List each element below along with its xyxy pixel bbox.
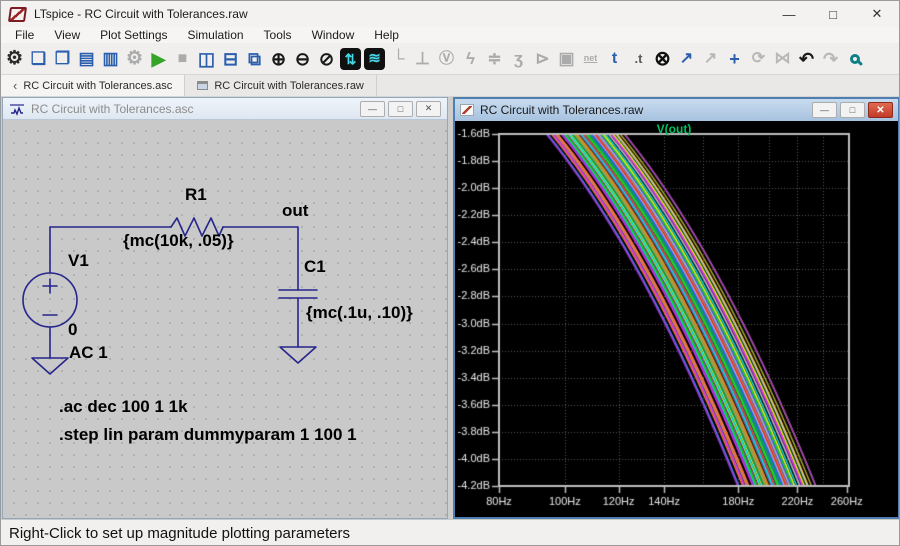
cascade-windows-icon[interactable]: ⧉ — [244, 46, 265, 72]
mirror-icon[interactable]: ⋈ — [772, 46, 793, 72]
waveform-plot-canvas[interactable] — [455, 121, 898, 517]
waveform-icon — [460, 104, 474, 116]
waveform-minimize-button[interactable]: — — [812, 102, 837, 118]
redo-icon[interactable]: ↷ — [820, 46, 841, 72]
capacitor-c1-symbol — [279, 290, 317, 298]
ground-c1-symbol — [280, 347, 316, 363]
waveform-window-title: RC Circuit with Tolerances.raw — [480, 103, 812, 117]
print-icon[interactable]: ▥ — [100, 46, 121, 72]
settings-gear-icon[interactable]: ⚙ — [4, 46, 25, 72]
c1-value-label[interactable]: {mc(.1u, .10)} — [306, 304, 413, 323]
search-icon[interactable] — [844, 46, 865, 72]
menu-item-simulation[interactable]: Simulation — [178, 28, 254, 42]
fft-waveform-icon[interactable]: ≋ — [364, 48, 385, 70]
diode-icon[interactable]: ⊳ — [532, 46, 553, 72]
v1-ac-value-label[interactable]: AC 1 — [69, 344, 108, 363]
waveform-titlebar[interactable]: RC Circuit with Tolerances.raw — □ ✕ — [455, 99, 898, 121]
schematic-window-title: RC Circuit with Tolerances.asc — [31, 102, 360, 116]
schematic-window: RC Circuit with Tolerances.asc — □ ✕ — [2, 97, 448, 519]
save-icon[interactable]: ▤ — [76, 46, 97, 72]
resistor-icon[interactable]: ϟ — [460, 46, 481, 72]
chevron-left-icon: ‹ — [13, 78, 17, 93]
tab-waveform-label: RC Circuit with Tolerances.raw — [214, 80, 364, 92]
mdi-area: RC Circuit with Tolerances.asc — □ ✕ — [1, 97, 900, 519]
wire-r1-to-c1 — [223, 227, 298, 290]
trace-name-vout[interactable]: V(out) — [499, 122, 849, 136]
menu-item-file[interactable]: File — [5, 28, 44, 42]
schematic-icon — [9, 102, 25, 116]
ltspice-window: LTspice - RC Circuit with Tolerances.raw… — [0, 0, 900, 546]
menubar: FileViewPlot SettingsSimulationToolsWind… — [1, 27, 899, 43]
waveform-window-icon — [197, 81, 208, 90]
open-file-icon[interactable]: ❐ — [52, 46, 73, 72]
window-title: LTspice - RC Circuit with Tolerances.raw — [34, 7, 248, 21]
halt-icon[interactable]: ■ — [172, 46, 193, 72]
r1-value-label[interactable]: {mc(10k, .05)} — [123, 232, 234, 251]
zoom-out-icon[interactable]: ⊖ — [292, 46, 313, 72]
autorange-y-icon[interactable]: ⇅ — [340, 48, 361, 70]
titlebar: LTspice - RC Circuit with Tolerances.raw… — [1, 1, 899, 27]
new-file-icon[interactable]: ❏ — [28, 46, 49, 72]
close-button[interactable]: ✕ — [855, 1, 899, 27]
spice-directive-step[interactable]: .step lin param dummyparam 1 100 1 — [59, 426, 357, 445]
component-icon[interactable]: ▣ — [556, 46, 577, 72]
v1-dc-value-label[interactable]: 0 — [68, 321, 77, 340]
tile-horizontal-icon[interactable]: ⊟ — [220, 46, 241, 72]
zoom-full-extents-icon[interactable]: ⊘ — [316, 46, 337, 72]
text-tool-icon[interactable]: t — [604, 46, 625, 72]
ground-icon[interactable]: ⊥ — [412, 46, 433, 72]
ltspice-logo-icon — [8, 7, 27, 22]
status-text: Right-Click to set up magnitude plotting… — [9, 525, 350, 542]
net-label-icon[interactable]: Ⓥ — [436, 46, 457, 72]
minimize-button[interactable]: — — [767, 1, 811, 27]
delete-icon[interactable]: ⊗ — [652, 46, 673, 72]
schematic-restore-button[interactable]: □ — [388, 101, 413, 117]
menu-item-view[interactable]: View — [44, 28, 90, 42]
drag-icon[interactable]: + — [724, 46, 745, 72]
menu-item-plot-settings[interactable]: Plot Settings — [90, 28, 177, 42]
waveform-pane[interactable]: V(out) — [455, 121, 898, 517]
tab-schematic-label: RC Circuit with Tolerances.asc — [23, 80, 172, 92]
toolbar: ⚙❏❐▤▥⚙▶■◫⊟⧉⊕⊖⊘⇅≋└⊥Ⓥϟ≑ʒ⊳▣nett.t⊗↗↗+⟳⋈↶↷ — [1, 43, 899, 75]
spice-directive-icon[interactable]: .t — [628, 46, 649, 72]
tab-waveform[interactable]: RC Circuit with Tolerances.raw — [185, 75, 377, 96]
c1-name-label[interactable]: C1 — [304, 258, 326, 277]
copy-icon[interactable]: ↗ — [676, 46, 697, 72]
window-controls: — □ ✕ — [767, 1, 899, 27]
control-panel-icon[interactable]: ⚙ — [124, 46, 145, 72]
capacitor-icon[interactable]: ≑ — [484, 46, 505, 72]
schematic-canvas[interactable]: R1 {mc(10k, .05)} out C1 {mc(.1u, .10)} … — [3, 120, 447, 518]
maximize-button[interactable]: □ — [811, 1, 855, 27]
wire-icon[interactable]: └ — [388, 46, 409, 72]
waveform-close-button[interactable]: ✕ — [868, 102, 893, 118]
undo-icon[interactable]: ↶ — [796, 46, 817, 72]
run-icon[interactable]: ▶ — [148, 46, 169, 72]
menu-item-tools[interactable]: Tools — [254, 28, 302, 42]
spice-directive-ac[interactable]: .ac dec 100 1 1k — [59, 398, 188, 417]
status-bar: Right-Click to set up magnitude plotting… — [1, 519, 899, 546]
tab-bar: ‹ RC Circuit with Tolerances.asc RC Circ… — [1, 75, 899, 97]
tile-vertical-icon[interactable]: ◫ — [196, 46, 217, 72]
out-node-label[interactable]: out — [282, 202, 308, 221]
zoom-in-icon[interactable]: ⊕ — [268, 46, 289, 72]
inductor-icon[interactable]: ʒ — [508, 46, 529, 72]
menu-item-window[interactable]: Window — [302, 28, 365, 42]
schematic-titlebar[interactable]: RC Circuit with Tolerances.asc — □ ✕ — [3, 98, 447, 120]
net-icon[interactable]: net — [580, 46, 601, 72]
paste-icon[interactable]: ↗ — [700, 46, 721, 72]
v1-plus-sign — [43, 279, 57, 293]
waveform-window: RC Circuit with Tolerances.raw — □ ✕ V(o… — [453, 97, 900, 519]
v1-name-label[interactable]: V1 — [68, 252, 89, 271]
menu-item-help[interactable]: Help — [364, 28, 409, 42]
schematic-close-button[interactable]: ✕ — [416, 101, 441, 117]
rotate-icon[interactable]: ⟳ — [748, 46, 769, 72]
waveform-restore-button[interactable]: □ — [840, 102, 865, 118]
ground-v1-symbol — [32, 358, 68, 374]
tab-schematic[interactable]: ‹ RC Circuit with Tolerances.asc — [1, 75, 185, 96]
schematic-minimize-button[interactable]: — — [360, 101, 385, 117]
r1-name-label[interactable]: R1 — [185, 186, 207, 205]
